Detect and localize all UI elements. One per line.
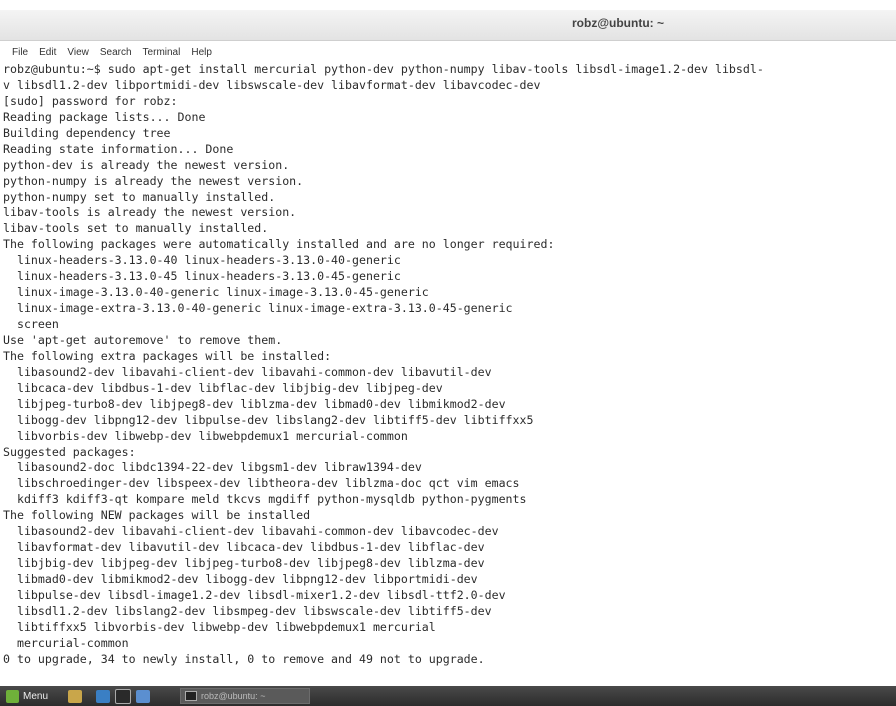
terminal-line: linux-image-3.13.0-40-generic linux-imag…	[3, 285, 429, 300]
terminal-line: linux-image-extra-3.13.0-40-generic linu…	[3, 301, 513, 316]
terminal-line: libtiffxx5 libvorbis-dev libwebp-dev lib…	[3, 619, 436, 634]
terminal-line: libav-tools set to manually installed.	[3, 221, 269, 236]
terminal-line: The following packages were automaticall…	[3, 237, 555, 252]
terminal-line: linux-headers-3.13.0-45 linux-headers-3.…	[3, 269, 401, 284]
terminal-task-icon	[185, 691, 198, 701]
window-title: robz@ubuntu: ~	[571, 16, 664, 30]
start-menu-button[interactable]: Menu	[0, 686, 54, 706]
mint-logo-icon	[6, 689, 19, 703]
taskbar-window-label: robz@ubuntu: ~	[201, 691, 266, 701]
start-menu-label: Menu	[23, 690, 49, 702]
terminal-launcher-icon[interactable]	[115, 688, 132, 704]
terminal-line: v libsdl1.2-dev libportmidi-dev libswsca…	[3, 77, 541, 92]
terminal-line: libasound2-doc libdc1394-22-dev libgsm1-…	[3, 460, 422, 475]
taskbar-window-button[interactable]: robz@ubuntu: ~	[180, 688, 311, 704]
menu-search[interactable]: Search	[100, 47, 132, 58]
terminal-line: Reading state information... Done	[3, 141, 234, 156]
terminal-line: libmad0-dev libmikmod2-dev libogg-dev li…	[3, 572, 478, 586]
terminal-line: robz@ubuntu:~$ sudo apt-get install merc…	[3, 62, 764, 76]
terminal-line: 0 to upgrade, 34 to newly install, 0 to …	[3, 651, 485, 666]
terminal-line: [sudo] password for robz:	[3, 93, 178, 108]
terminal-line: The following extra packages will be ins…	[3, 348, 332, 363]
title-bar[interactable]: robz@ubuntu: ~	[0, 10, 896, 41]
terminal-line: Use 'apt-get autoremove' to remove them.	[3, 332, 283, 347]
terminal-line: libcaca-dev libdbus-1-dev libflac-dev li…	[3, 380, 443, 395]
menu-help[interactable]: Help	[191, 47, 212, 58]
terminal-line: Reading package lists... Done	[3, 109, 206, 124]
terminal-line: libvorbis-dev libwebp-dev libwebpdemux1 …	[3, 428, 408, 443]
terminal-line: The following NEW packages will be insta…	[3, 508, 311, 523]
terminal-line: libjpeg-turbo8-dev libjpeg8-dev liblzma-…	[3, 396, 506, 411]
terminal-line: libogg-dev libpng12-dev libpulse-dev lib…	[3, 412, 534, 427]
terminal-line: Building dependency tree	[3, 125, 171, 140]
terminal-line: libschroedinger-dev libspeex-dev libtheo…	[3, 476, 520, 491]
terminal-line: python-numpy is already the newest versi…	[3, 173, 304, 188]
browser-launcher-icon[interactable]	[96, 689, 111, 703]
terminal-window: robz@ubuntu: ~ File Edit View Search Ter…	[0, 0, 896, 686]
files-launcher-icon[interactable]	[136, 689, 151, 703]
show-desktop-icon[interactable]	[68, 689, 83, 703]
taskbar: Menu robz@ubuntu: ~	[0, 686, 896, 706]
terminal-line: libavformat-dev libavutil-dev libcaca-de…	[3, 540, 485, 555]
terminal-line: libpulse-dev libsdl-image1.2-dev libsdl-…	[3, 587, 506, 602]
terminal-line: kdiff3 kdiff3-qt kompare meld tkcvs mgdi…	[3, 492, 527, 507]
terminal-line: libsdl1.2-dev libslang2-dev libsmpeg-dev…	[3, 603, 492, 618]
menu-bar: File Edit View Search Terminal Help	[0, 41, 896, 63]
terminal-line: libjbig-dev libjpeg-dev libjpeg-turbo8-d…	[3, 556, 485, 571]
terminal-line: mercurial-common	[3, 635, 129, 650]
terminal-line: python-numpy set to manually installed.	[3, 189, 276, 204]
terminal-line: libav-tools is already the newest versio…	[3, 205, 297, 220]
terminal-line: Suggested packages:	[3, 444, 136, 459]
menu-view[interactable]: View	[67, 47, 89, 58]
terminal-line: linux-headers-3.13.0-40 linux-headers-3.…	[3, 253, 401, 268]
terminal-line: libasound2-dev libavahi-client-dev libav…	[3, 364, 492, 379]
menu-terminal[interactable]: Terminal	[143, 47, 181, 58]
terminal-output[interactable]: robz@ubuntu:~$ sudo apt-get install merc…	[3, 62, 896, 686]
menu-edit[interactable]: Edit	[39, 47, 56, 58]
menu-file[interactable]: File	[12, 47, 28, 58]
terminal-line: libasound2-dev libavahi-client-dev libav…	[3, 524, 499, 539]
terminal-line: screen	[3, 317, 59, 331]
terminal-line: python-dev is already the newest version…	[3, 157, 290, 172]
